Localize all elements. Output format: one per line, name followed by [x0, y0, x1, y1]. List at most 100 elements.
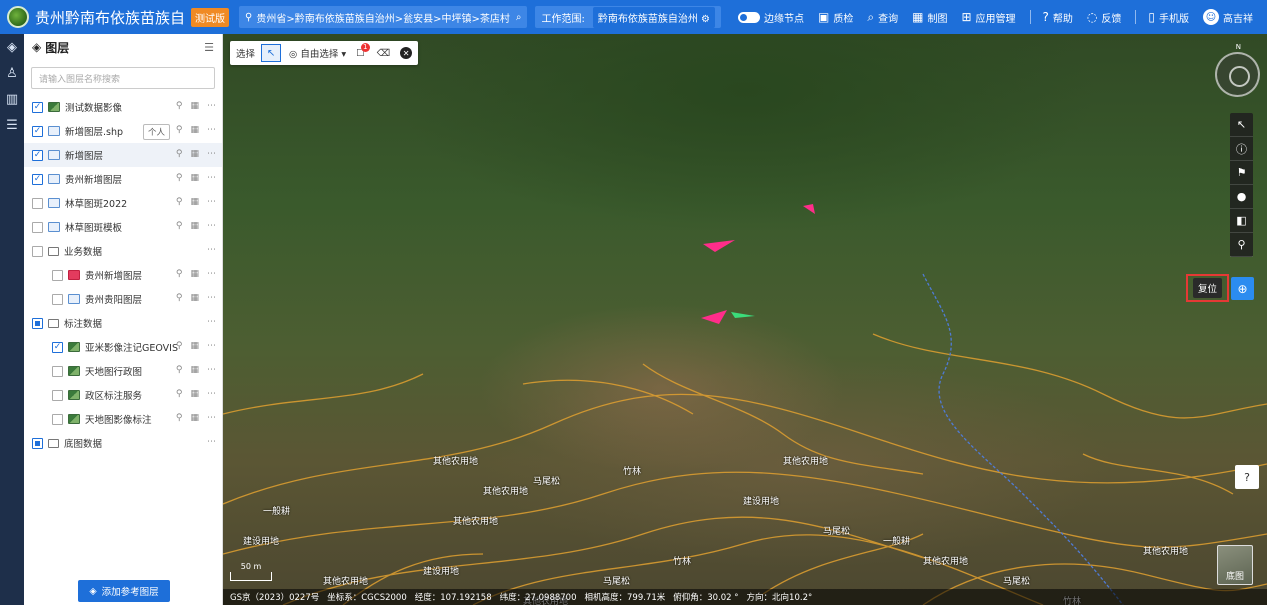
more-icon[interactable]: ⋯ — [207, 125, 216, 135]
attribute-table-icon[interactable]: ▦ — [190, 101, 199, 111]
attribute-table-icon[interactable]: ▦ — [190, 365, 199, 375]
locate-pin-icon[interactable]: ⚲ — [176, 101, 183, 111]
layer-row[interactable]: 底图数据 ⋯ — [24, 431, 222, 455]
table-icon[interactable]: ☰ — [0, 112, 24, 138]
eraser-icon[interactable]: ⌫ — [377, 48, 390, 59]
map-help-button[interactable]: ? — [1235, 465, 1259, 489]
layer-checkbox[interactable]: ✓ — [32, 101, 43, 113]
bookmark-icon[interactable]: ⚑ — [1230, 161, 1253, 185]
layer-row[interactable]: 标注数据 ⋯ — [24, 311, 222, 335]
nav-feedback[interactable]: ◌ 反馈 — [1087, 10, 1121, 25]
locate-button[interactable]: ⊕ — [1231, 277, 1254, 300]
layer-checkbox[interactable] — [32, 317, 43, 329]
layer-checkbox[interactable]: ✓ — [52, 341, 63, 353]
user-menu[interactable]: ☺ 高吉祥 — [1203, 9, 1253, 25]
layer-checkbox[interactable]: ✓ — [32, 173, 43, 185]
compass-control[interactable] — [1215, 52, 1260, 97]
map-viewport[interactable]: 其他农用地 其他农用地 其他农用地 建设用地 一般耕 马尾松 竹林 建设用地 其他农用地 马尾松一… — [223, 34, 1267, 605]
layer-row[interactable]: 天地图影像标注 ⚲ ▦ ⋯ — [24, 407, 222, 431]
search-icon[interactable]: ⌕ — [516, 12, 522, 23]
attribute-table-icon[interactable]: ▦ — [190, 389, 199, 399]
collapse-icon[interactable]: ☰ — [204, 41, 214, 54]
more-icon[interactable]: ⋯ — [207, 365, 216, 375]
attribute-table-icon[interactable]: ▦ — [190, 341, 199, 351]
layer-checkbox[interactable] — [52, 365, 63, 377]
nav-quality-check[interactable]: ▣ 质检 — [818, 10, 853, 25]
more-icon[interactable]: ⋯ — [207, 413, 216, 423]
layer-checkbox[interactable]: ✓ — [32, 149, 43, 161]
layer-search-input[interactable]: 请输入图层名称搜索 — [31, 67, 215, 89]
pointer-icon[interactable]: ↖ — [1230, 113, 1253, 137]
more-icon[interactable]: ⋯ — [207, 341, 216, 351]
nav-help[interactable]: ? 帮助 — [1043, 10, 1073, 25]
layer-checkbox[interactable] — [52, 269, 63, 281]
layer-checkbox[interactable] — [32, 197, 43, 209]
basemap-switcher[interactable]: 底图 — [1217, 545, 1253, 585]
layer-row[interactable]: 林草图斑2022 ⚲ ▦ ⋯ — [24, 191, 222, 215]
layer-row[interactable]: ✓ 亚米影像注记GEOVIS ⚲ ▦ ⋯ — [24, 335, 222, 359]
selection-list-button[interactable]: ☐ 1 — [356, 42, 370, 59]
more-icon[interactable]: ⋯ — [207, 197, 216, 207]
layer-row[interactable]: ✓ 新增图层 ⚲ ▦ ⋯ — [24, 143, 222, 167]
layer-checkbox[interactable] — [52, 293, 63, 305]
layer-checkbox[interactable] — [32, 437, 43, 449]
locate-pin-icon[interactable]: ⚲ — [176, 365, 183, 375]
more-icon[interactable]: ⋯ — [207, 245, 216, 255]
attribute-table-icon[interactable]: ▦ — [190, 293, 199, 303]
layer-checkbox[interactable] — [32, 221, 43, 233]
region-breadcrumb[interactable]: ⚲ 贵州省>黔南布依族苗族自治州>瓮安县>中坪镇>茶店村 ⌕ — [239, 6, 528, 28]
layer-row[interactable]: ✓ 测试数据影像 ⚲ ▦ ⋯ — [24, 95, 222, 119]
nav-map-draw[interactable]: ▦ 制图 — [912, 10, 947, 25]
attribute-table-icon[interactable]: ▦ — [190, 269, 199, 279]
edge-node-toggle[interactable]: 边缘节点 — [738, 10, 804, 25]
locate-pin-icon[interactable]: ⚲ — [176, 341, 183, 351]
locate-pin-icon[interactable]: ⚲ — [176, 221, 183, 231]
locate-pin-icon[interactable]: ⚲ — [176, 413, 183, 423]
more-icon[interactable]: ⋯ — [207, 293, 216, 303]
toggle-icon[interactable] — [738, 11, 761, 23]
more-icon[interactable]: ⋯ — [207, 437, 216, 447]
layer-row[interactable]: ✓ 新增图层.shp 个人 ⚲ ▦ ⋯ — [24, 119, 222, 143]
layers-icon[interactable]: ◈ — [0, 34, 24, 60]
users-icon[interactable]: ♙ — [0, 60, 24, 86]
layer-row[interactable]: ✓ 贵州新增图层 ⚲ ▦ ⋯ — [24, 167, 222, 191]
layer-checkbox[interactable] — [52, 389, 63, 401]
more-icon[interactable]: ⋯ — [207, 173, 216, 183]
more-icon[interactable]: ⋯ — [207, 269, 216, 279]
locate-pin-icon[interactable]: ⚲ — [176, 173, 183, 183]
more-icon[interactable]: ⋯ — [207, 221, 216, 231]
nav-mobile[interactable]: ▯ 手机版 — [1148, 10, 1189, 25]
nav-query[interactable]: ⌕ 查询 — [867, 10, 898, 25]
more-icon[interactable]: ⋯ — [207, 101, 216, 111]
add-reference-layer-button[interactable]: ◈ 添加参考图层 — [78, 580, 170, 602]
locate-pin-icon[interactable]: ⚲ — [176, 269, 183, 279]
attribute-table-icon[interactable]: ▦ — [190, 149, 199, 159]
nav-app-management[interactable]: ⊞ 应用管理 — [961, 10, 1015, 25]
locate-pin-icon[interactable]: ⚲ — [176, 149, 183, 159]
chart-icon[interactable]: ▥ — [0, 86, 24, 112]
more-icon[interactable]: ⋯ — [207, 317, 216, 327]
attribute-table-icon[interactable]: ▦ — [190, 221, 199, 231]
layer-row[interactable]: 林草图斑模板 ⚲ ▦ ⋯ — [24, 215, 222, 239]
split-screen-icon[interactable]: ◧ — [1230, 209, 1253, 233]
attribute-table-icon[interactable]: ▦ — [190, 197, 199, 207]
scope-value[interactable]: 黔南布依族苗族自治州 ⚙ — [592, 6, 715, 28]
locate-pin-icon[interactable]: ⚲ — [176, 389, 183, 399]
locate-pin-icon[interactable]: ⚲ — [176, 293, 183, 303]
attribute-table-icon[interactable]: ▦ — [190, 173, 199, 183]
layer-row[interactable]: 贵州贵阳图层 ⚲ ▦ ⋯ — [24, 287, 222, 311]
reset-button[interactable]: 复位 — [1192, 278, 1222, 298]
locate-pin-icon[interactable]: ⚲ — [176, 197, 183, 207]
marker-icon[interactable]: ⚲ — [1230, 233, 1253, 257]
locate-pin-icon[interactable]: ⚲ — [176, 125, 183, 135]
location-icon[interactable]: ● — [1230, 185, 1253, 209]
layer-row[interactable]: 政区标注服务 ⚲ ▦ ⋯ — [24, 383, 222, 407]
free-select-dropdown[interactable]: ◎ 自由选择 ▾ — [289, 46, 346, 60]
attribute-table-icon[interactable]: ▦ — [190, 125, 199, 135]
layer-row[interactable]: 天地图行政图 ⚲ ▦ ⋯ — [24, 359, 222, 383]
layer-row[interactable]: 贵州新增图层 ⚲ ▦ ⋯ — [24, 263, 222, 287]
more-icon[interactable]: ⋯ — [207, 149, 216, 159]
info-icon[interactable]: ⓘ — [1230, 137, 1253, 161]
more-icon[interactable]: ⋯ — [207, 389, 216, 399]
layer-checkbox[interactable] — [52, 413, 63, 425]
